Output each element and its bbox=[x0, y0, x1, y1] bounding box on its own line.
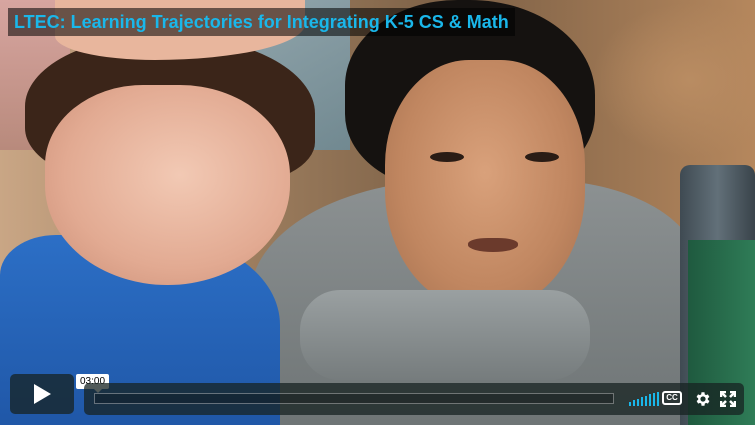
gear-icon bbox=[696, 392, 710, 406]
video-title[interactable]: LTEC: Learning Trajectories for Integrat… bbox=[14, 12, 509, 32]
play-icon bbox=[34, 384, 51, 404]
settings-button[interactable] bbox=[694, 390, 712, 413]
control-bar: CC bbox=[84, 383, 744, 415]
progress-bar[interactable] bbox=[94, 393, 614, 404]
play-button[interactable] bbox=[10, 374, 74, 414]
volume-icon[interactable] bbox=[629, 392, 659, 406]
fullscreen-icon bbox=[719, 390, 737, 408]
closed-captions-button[interactable]: CC bbox=[662, 391, 682, 405]
man-arm bbox=[300, 290, 590, 380]
video-player[interactable]: LTEC: Learning Trajectories for Integrat… bbox=[0, 0, 755, 425]
closed-captions-icon: CC bbox=[666, 393, 678, 402]
fullscreen-button[interactable] bbox=[719, 390, 737, 412]
man-face bbox=[385, 60, 585, 310]
boy-face bbox=[45, 85, 290, 285]
video-title-bar: LTEC: Learning Trajectories for Integrat… bbox=[8, 8, 515, 36]
video-frame bbox=[0, 0, 755, 425]
